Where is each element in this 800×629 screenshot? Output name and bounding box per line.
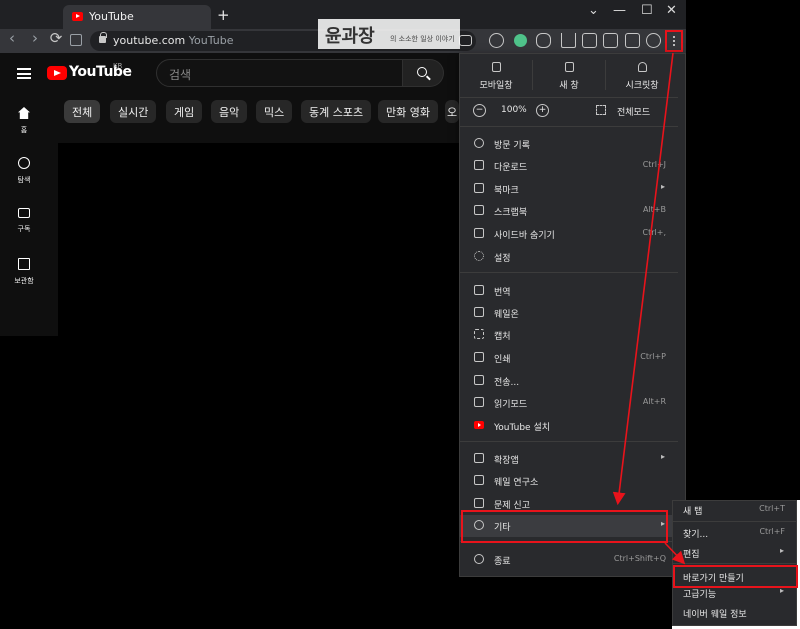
arrow-more-to-shortcut <box>664 542 686 565</box>
annotation-arrows <box>612 52 686 565</box>
arrow-menu-to-more <box>612 52 674 506</box>
